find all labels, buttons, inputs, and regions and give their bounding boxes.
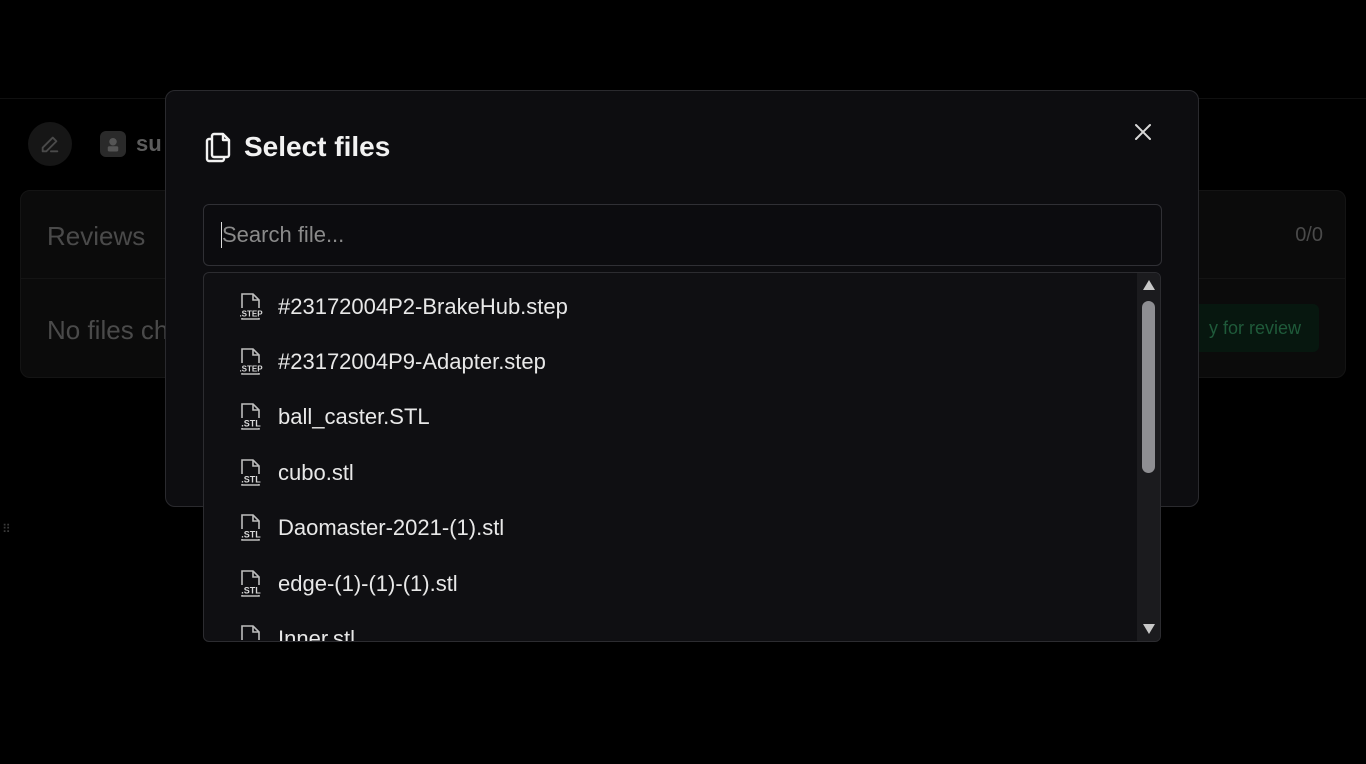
file-list-item[interactable]: .STL cubo.stl: [204, 445, 1138, 500]
file-name: cubo.stl: [278, 459, 354, 485]
file-type-icon: .STL: [236, 403, 266, 431]
file-type-icon: .STL: [236, 514, 266, 542]
file-name: ball_caster.STL: [278, 404, 430, 430]
reviews-count: 0/0: [1295, 224, 1323, 246]
file-type-icon: .STL: [236, 569, 266, 598]
svg-text:.STL: .STL: [241, 640, 261, 642]
file-type-icon: .STEP: [236, 292, 266, 321]
user-avatar-icon: [100, 131, 126, 157]
list-scrollbar[interactable]: [1137, 273, 1160, 641]
modal-title: Select files: [244, 131, 391, 162]
svg-text:.STEP: .STEP: [239, 364, 263, 373]
file-type-icon: .STL: [236, 625, 266, 642]
file-name: Daomaster-2021-(1).stl: [278, 515, 505, 541]
file-name: #23172004P2-BrakeHub.step: [278, 293, 568, 319]
user-name: su: [136, 131, 162, 156]
file-name: Inner.stl: [278, 625, 356, 642]
svg-text:.STL: .STL: [241, 419, 261, 429]
text-caret: [221, 222, 222, 248]
svg-text:.STEP: .STEP: [239, 309, 263, 318]
file-list[interactable]: .STLInner.stl.STLedge-(1)-(1)-(1).stl.ST…: [203, 272, 1161, 642]
triangle-up-icon[interactable]: [1142, 279, 1156, 291]
file-list-item[interactable]: .STL Inner.stl: [204, 611, 1138, 642]
file-type-icon: .STEP: [236, 348, 266, 376]
svg-text:.STL: .STL: [241, 530, 261, 540]
reviews-title: Reviews: [47, 221, 146, 251]
modal-header: Select files: [204, 131, 390, 163]
triangle-down-icon[interactable]: [1142, 623, 1156, 635]
edit-button[interactable]: [28, 122, 72, 166]
scrollbar-thumb[interactable]: [1142, 301, 1155, 473]
file-name: edge-(1)-(1)-(1).stl: [278, 570, 458, 596]
drag-handle-icon[interactable]: ⠿: [2, 521, 12, 537]
search-file-input[interactable]: [203, 204, 1162, 266]
file-list-item[interactable]: .STEP #23172004P2-BrakeHub.step: [204, 279, 1138, 334]
no-files-text: No files ch: [47, 315, 169, 345]
file-name: #23172004P9-Adapter.step: [278, 348, 546, 374]
copy-files-icon: [205, 132, 231, 163]
svg-text:.STL: .STL: [241, 585, 261, 595]
file-list-item[interactable]: .STEP #23172004P9-Adapter.step: [204, 334, 1138, 389]
file-type-icon: .STL: [236, 458, 266, 487]
close-icon: [1135, 124, 1151, 140]
top-bar: [0, 0, 1366, 99]
file-list-item[interactable]: .STL edge-(1)-(1)-(1).stl: [204, 556, 1138, 611]
user-chip[interactable]: su: [100, 131, 162, 157]
svg-text:.STL: .STL: [241, 474, 261, 484]
pencil-icon: [41, 136, 59, 153]
user-bar: su: [28, 122, 162, 166]
close-button[interactable]: [1130, 119, 1156, 145]
file-list-item[interactable]: .STL ball_caster.STL: [204, 390, 1138, 445]
file-list-item[interactable]: .STL Daomaster-2021-(1).stl: [204, 501, 1138, 556]
